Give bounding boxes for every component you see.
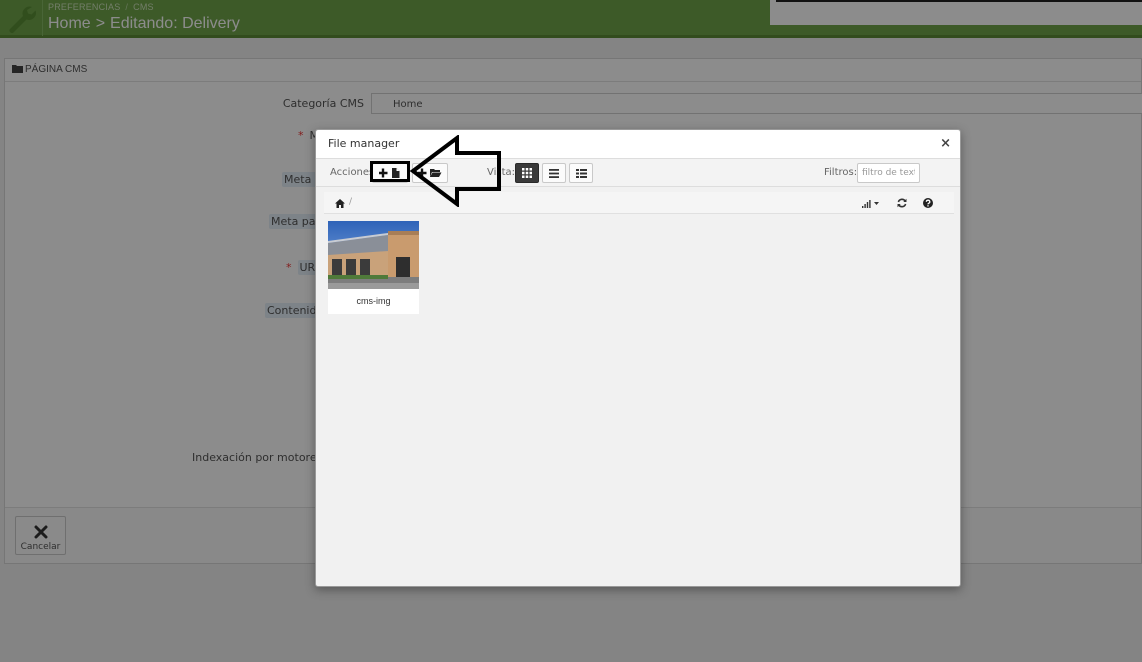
- help-button[interactable]: [923, 196, 933, 210]
- sort-icon: [862, 199, 879, 208]
- home-icon[interactable]: [335, 198, 345, 211]
- refresh-icon: [897, 198, 907, 208]
- columns-view-button[interactable]: [569, 163, 593, 183]
- modal-title: File manager: [328, 137, 400, 150]
- list-view-button[interactable]: [542, 163, 566, 183]
- refresh-button[interactable]: [897, 196, 907, 210]
- annotation-arrow-icon: [409, 135, 501, 207]
- sort-button[interactable]: [862, 196, 882, 210]
- file-item[interactable]: cms-img: [328, 221, 419, 314]
- modal-close-button[interactable]: ×: [940, 136, 951, 151]
- filters-label: Filtros:: [824, 167, 858, 178]
- columns-view-icon: [575, 168, 587, 178]
- file-thumbnail: [328, 221, 419, 289]
- file-name: cms-img: [356, 296, 391, 306]
- breadcrumb-separator: /: [349, 197, 353, 207]
- grid-view-button[interactable]: [515, 163, 539, 183]
- annotation-highlight-box: [370, 161, 410, 182]
- grid-view-icon: [522, 168, 532, 178]
- list-view-icon: [549, 168, 559, 178]
- actions-label: Acciones: [330, 167, 375, 178]
- help-icon: [923, 198, 933, 208]
- filter-input[interactable]: [857, 163, 920, 183]
